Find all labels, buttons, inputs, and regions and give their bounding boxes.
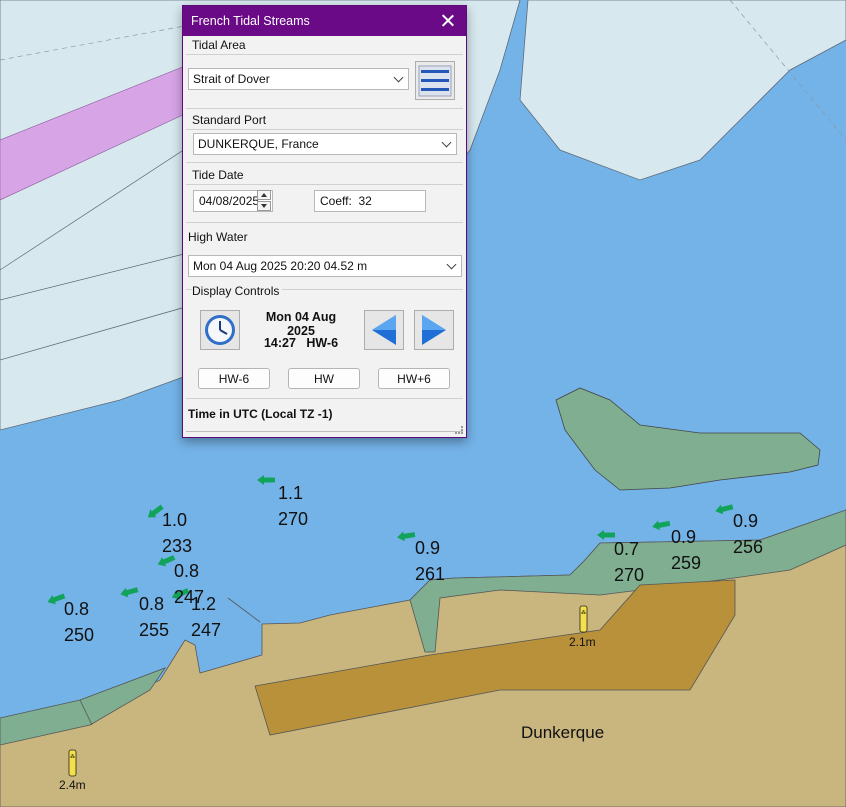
menu-button[interactable] bbox=[415, 61, 455, 100]
arrow-right-icon bbox=[422, 315, 446, 345]
stream-label: 0.7 270 bbox=[614, 539, 645, 585]
coeff-value: 32 bbox=[358, 194, 372, 208]
step-back-button[interactable] bbox=[364, 310, 404, 350]
display-hw-value: HW-6 bbox=[306, 336, 339, 350]
tidal-area-select[interactable]: Strait of Dover bbox=[188, 68, 409, 90]
spin-down-icon[interactable] bbox=[257, 201, 271, 211]
display-date: Mon 04 Aug 2025 bbox=[265, 310, 337, 338]
hamburger-menu-icon bbox=[418, 65, 452, 96]
tide-gauge-icon[interactable]: ⁂ bbox=[68, 749, 77, 777]
clock-button[interactable] bbox=[200, 310, 240, 350]
spin-up-icon[interactable] bbox=[257, 190, 271, 200]
stream-label: 0.8 255 bbox=[139, 594, 170, 640]
svg-text:⁂: ⁂ bbox=[70, 754, 75, 760]
display-controls-label: Display Controls bbox=[192, 284, 283, 298]
timezone-footer: Time in UTC (Local TZ -1) bbox=[188, 407, 333, 421]
clock-icon bbox=[205, 315, 235, 345]
close-icon[interactable] bbox=[438, 11, 458, 31]
dialog-title: French Tidal Streams bbox=[191, 14, 310, 28]
standard-port-label: Standard Port bbox=[192, 113, 267, 127]
stream-label: 0.8 250 bbox=[64, 599, 95, 645]
resize-grip-icon[interactable] bbox=[455, 426, 463, 434]
hw-plus-6-button[interactable]: HW+6 bbox=[378, 368, 450, 389]
depth-label: 2.1m bbox=[569, 635, 596, 649]
date-spinner[interactable] bbox=[257, 190, 271, 212]
standard-port-value: DUNKERQUE, France bbox=[198, 137, 319, 151]
tidal-streams-dialog: French Tidal Streams Tidal Area Strait o… bbox=[182, 5, 467, 438]
stream-label: 1.0 233 bbox=[162, 510, 193, 556]
hw-button[interactable]: HW bbox=[288, 368, 360, 389]
stream-label: 1.1 270 bbox=[278, 483, 309, 529]
high-water-value: Mon 04 Aug 2025 20:20 04.52 m bbox=[193, 259, 368, 273]
dialog-titlebar[interactable]: French Tidal Streams bbox=[183, 6, 466, 36]
stream-label: 0.9 259 bbox=[671, 527, 702, 573]
tidal-area-value: Strait of Dover bbox=[193, 72, 270, 86]
high-water-label: High Water bbox=[188, 230, 248, 244]
chevron-down-icon bbox=[446, 259, 457, 270]
tide-gauge-icon[interactable]: ⁂ bbox=[579, 605, 588, 633]
display-time: 14:27 HW-6 bbox=[252, 336, 350, 350]
step-forward-button[interactable] bbox=[414, 310, 454, 350]
tide-date-label: Tide Date bbox=[192, 168, 244, 182]
high-water-select[interactable]: Mon 04 Aug 2025 20:20 04.52 m bbox=[188, 255, 462, 277]
place-label-dunkerque: Dunkerque bbox=[521, 723, 605, 742]
tide-date-value: 04/08/2025 bbox=[199, 194, 260, 208]
svg-text:⁂: ⁂ bbox=[581, 610, 586, 616]
display-time-value: 14:27 bbox=[263, 336, 296, 350]
depth-label: 2.4m bbox=[59, 778, 86, 792]
tidal-area-label: Tidal Area bbox=[192, 38, 246, 52]
arrow-left-icon bbox=[372, 315, 396, 345]
stream-label: 0.9 261 bbox=[415, 538, 446, 584]
standard-port-select[interactable]: DUNKERQUE, France bbox=[193, 133, 457, 155]
coeff-label: Coeff: bbox=[320, 194, 352, 208]
chevron-down-icon bbox=[393, 72, 404, 83]
coeff-field: Coeff: 32 bbox=[314, 190, 426, 212]
hw-minus-6-button[interactable]: HW-6 bbox=[198, 368, 270, 389]
stream-label: 0.9 256 bbox=[733, 511, 764, 557]
chevron-down-icon bbox=[441, 137, 452, 148]
stream-label: 1.2 247 bbox=[191, 594, 222, 640]
